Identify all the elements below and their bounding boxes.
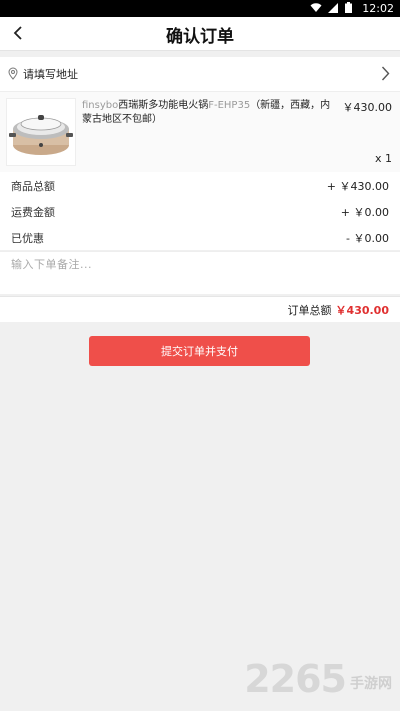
product-brand: finsybo <box>82 100 119 111</box>
battery-icon <box>345 2 352 13</box>
order-remark-input[interactable]: 输入下单备注... <box>0 251 400 294</box>
signal-icon <box>328 2 338 13</box>
order-total: 订单总额 ￥430.00 <box>288 302 389 318</box>
remark-placeholder: 输入下单备注... <box>11 258 92 271</box>
summary-row-goods: 商品总额 + ￥430.00 <box>0 172 400 198</box>
product-quantity: x 1 <box>374 152 392 165</box>
goods-total-label: 商品总额 <box>11 180 55 193</box>
chevron-right-icon <box>381 66 390 81</box>
discount-label: 已优惠 <box>11 232 44 245</box>
discount-value: - ￥0.00 <box>346 232 389 245</box>
location-pin-icon <box>8 67 18 80</box>
status-icons <box>310 2 352 13</box>
wifi-icon <box>310 2 322 12</box>
status-bar: 12:02 <box>0 0 400 17</box>
hot-pot-image <box>9 115 73 155</box>
product-model: F-EHP35 <box>208 100 251 111</box>
summary-row-shipping: 运费金额 + ￥0.00 <box>0 198 400 224</box>
order-total-label: 订单总额 <box>287 304 332 317</box>
watermark: 2265 手游网 <box>244 657 392 701</box>
watermark-digits: 2265 <box>244 657 347 701</box>
shipping-value: + ￥0.00 <box>340 206 389 219</box>
goods-total-value: + ￥430.00 <box>326 180 389 193</box>
order-summary: 商品总额 + ￥430.00 运费金额 + ￥0.00 已优惠 - ￥0.00 <box>0 172 400 250</box>
order-total-bar: 订单总额 ￥430.00 <box>0 296 400 322</box>
watermark-text: 手游网 <box>350 676 392 692</box>
page-title: 确认订单 <box>166 27 234 47</box>
summary-row-discount: 已优惠 - ￥0.00 <box>0 224 400 250</box>
address-row[interactable]: 请填写地址 <box>0 57 400 91</box>
submit-order-button[interactable]: 提交订单并支付 <box>89 336 310 366</box>
shipping-label: 运费金额 <box>11 206 55 219</box>
order-total-amount: ￥430.00 <box>335 304 389 317</box>
status-time: 12:02 <box>362 2 394 15</box>
address-label: 请填写地址 <box>23 68 78 81</box>
product-price: ￥430.00 <box>342 101 393 114</box>
product-image <box>6 98 76 166</box>
product-item[interactable]: finsybo西瑞斯多功能电火锅F-EHP35（新疆，西藏，内蒙古地区不包邮） … <box>0 91 400 173</box>
product-name: finsybo西瑞斯多功能电火锅F-EHP35（新疆，西藏，内蒙古地区不包邮） <box>82 99 334 127</box>
header: 确认订单 <box>0 17 400 51</box>
product-title: 西瑞斯多功能电火锅 <box>118 100 209 111</box>
